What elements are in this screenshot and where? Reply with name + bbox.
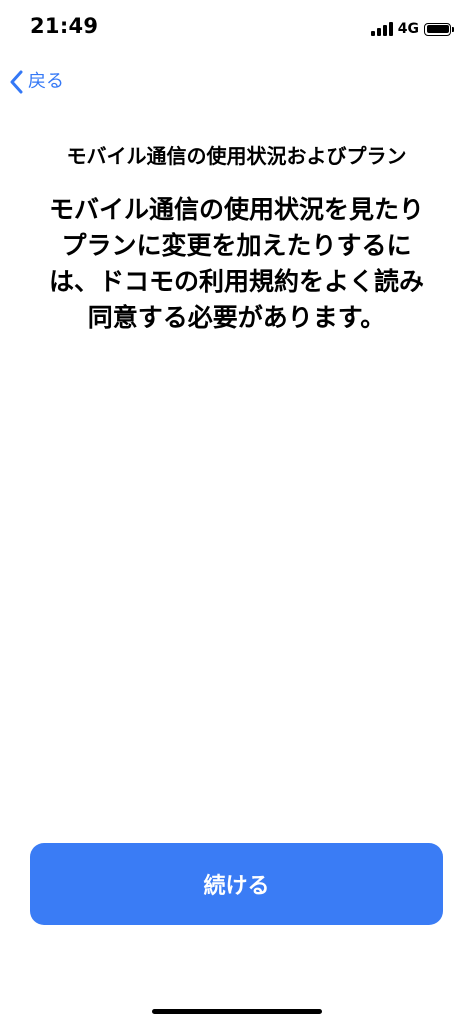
message-line: プランに変更を加えたりするに — [61, 231, 412, 260]
back-label: 戻る — [28, 71, 64, 92]
continue-button[interactable]: 続ける — [30, 843, 443, 925]
signal-icon — [370, 22, 393, 36]
message-line: 同意する必要があります。 — [87, 303, 386, 332]
main-message: モバイル通信の使用状況を見たり プランに変更を加えたりするに は、ドコモの利用規… — [26, 192, 447, 336]
status-bar: 21:49 4G — [0, 0, 473, 56]
network-type: 4G — [397, 21, 419, 37]
message-line: は、ドコモの利用規約をよく読み — [48, 267, 424, 296]
message-line: モバイル通信の使用状況を見たり — [48, 195, 424, 224]
back-button[interactable]: 戻る — [10, 64, 64, 100]
status-time: 21:49 — [30, 14, 99, 38]
battery-icon — [424, 22, 454, 36]
battery-fill — [426, 25, 449, 33]
chevron-left-icon — [10, 70, 23, 94]
page-title: モバイル通信の使用状況およびプラン — [66, 144, 407, 168]
status-indicators: 4G — [370, 19, 454, 39]
home-indicator — [152, 1009, 322, 1014]
